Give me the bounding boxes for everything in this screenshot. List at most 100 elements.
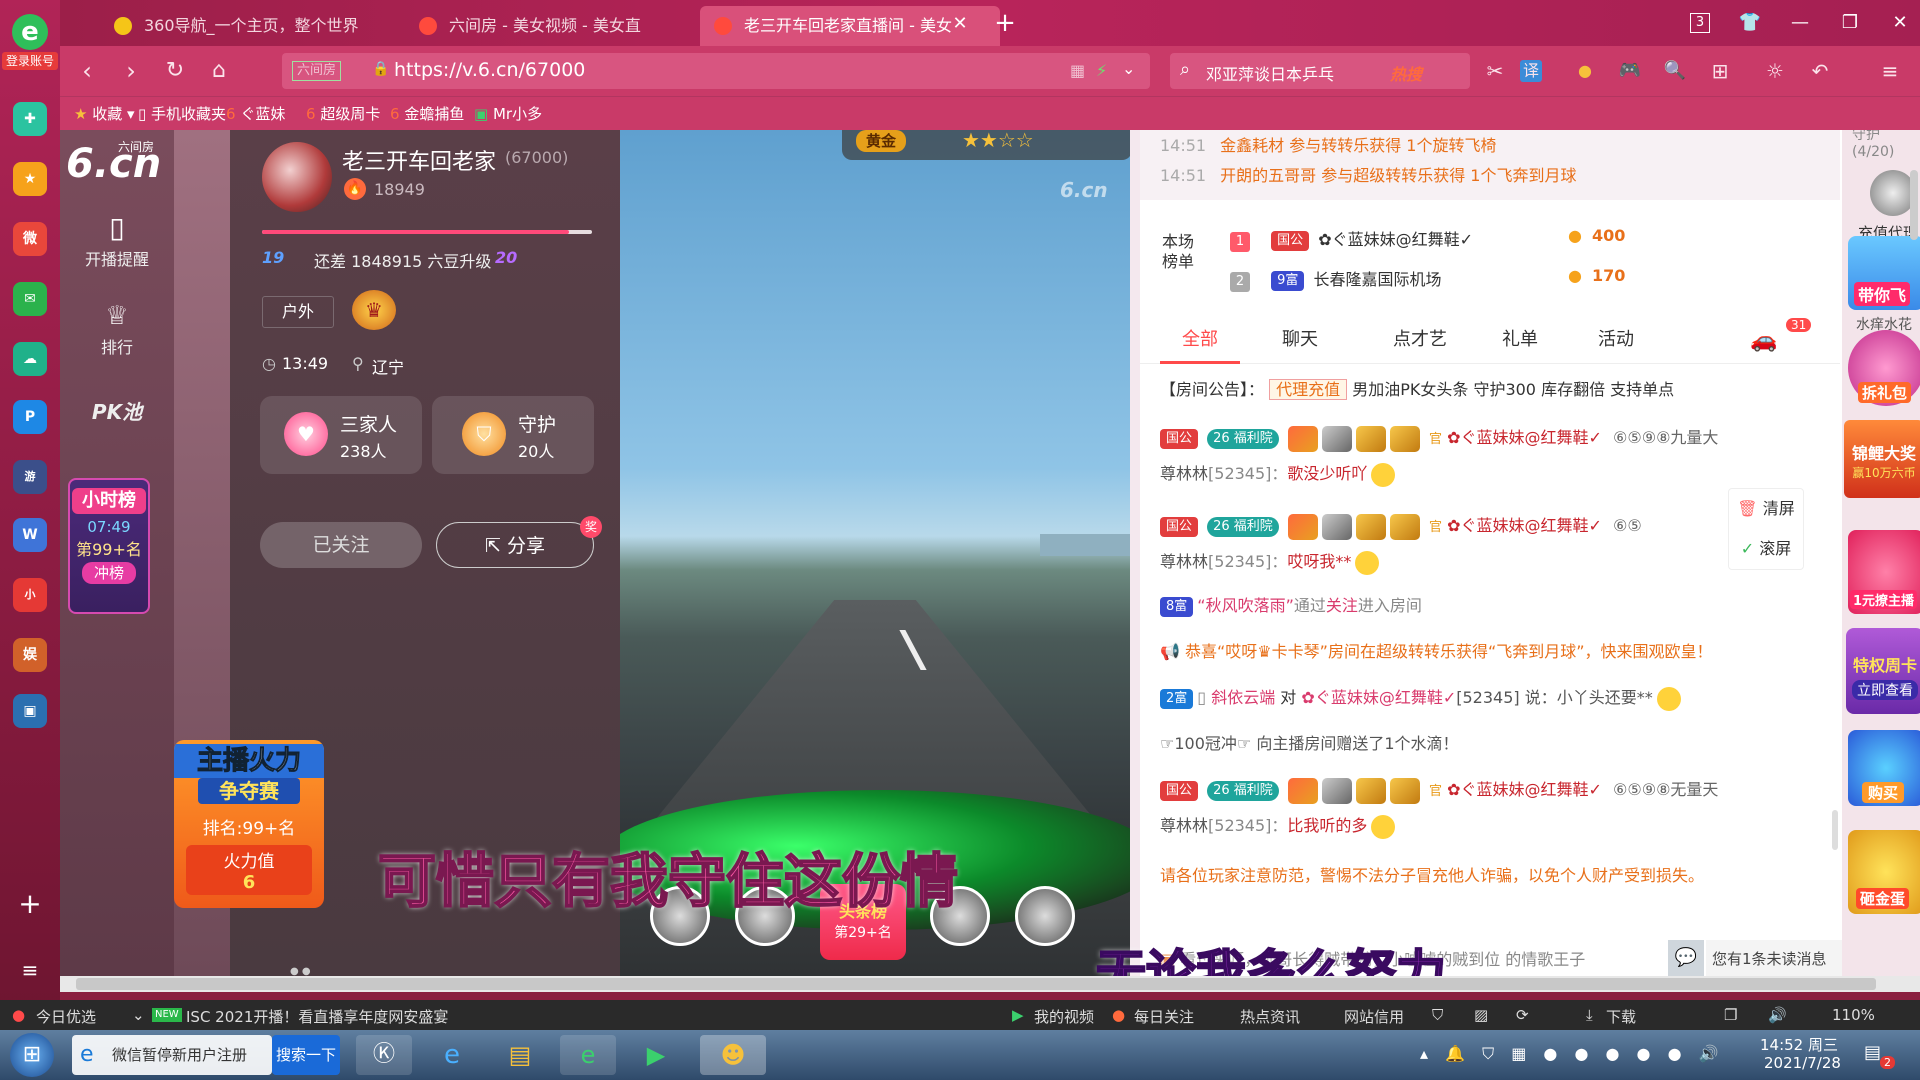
anchor-promo[interactable]: 1元撩主播 [1848, 530, 1920, 614]
grid-icon[interactable]: ⊞ [1705, 56, 1735, 86]
bookmark-fishing[interactable]: 6 金蟾捕鱼 [390, 103, 464, 125]
mail-app-icon[interactable]: ✉ [13, 282, 47, 316]
my-video-link[interactable]: 我的视频 [1034, 1006, 1094, 1027]
nav-item-reminder[interactable]: ▯ 开播提醒 [60, 210, 174, 276]
url-text[interactable]: https://v.6.cn/67000 [394, 59, 585, 81]
search-input[interactable]: 邓亚萍谈日本乒乓 [1206, 61, 1334, 85]
reload-icon[interactable]: ↻ [160, 56, 190, 86]
hamburger-icon[interactable]: ≡ [1875, 56, 1905, 86]
game-app-icon[interactable]: 游 [13, 460, 47, 494]
golden-egg-promo[interactable]: 砸金蛋 [1848, 830, 1920, 914]
new-tab-button[interactable]: + [990, 8, 1020, 38]
login-label[interactable]: 登录账号 [2, 52, 58, 70]
game3-app-icon[interactable]: ▣ [13, 694, 47, 728]
scroll-thumb[interactable] [76, 978, 1876, 990]
news-link[interactable]: ISC 2021开播！看直播享年度网安盛宴 [186, 1006, 448, 1027]
undo-icon[interactable]: ↶ [1805, 56, 1835, 86]
weekly-card-promo[interactable]: 特权周卡 立即查看 [1846, 628, 1920, 714]
add-app-icon[interactable]: + [16, 890, 44, 918]
viewer-avatar[interactable] [1015, 886, 1075, 946]
tab-counter[interactable]: 3 [1690, 13, 1710, 33]
horizontal-scrollbar[interactable] [60, 976, 1920, 992]
tab-6cn-home[interactable]: 六间房 - 美女视频 - 美女直 [405, 6, 695, 46]
fire-contest-card[interactable]: 主播火力 争夺赛 排名:99+名 火力值 6 [174, 740, 324, 908]
download-link[interactable]: 下载 [1606, 1006, 1636, 1027]
gamepad-icon[interactable]: 🎮 [1615, 56, 1645, 86]
buy-promo[interactable]: 购买 [1848, 730, 1920, 806]
notification-icon[interactable]: ▤ [1864, 1042, 1881, 1063]
translate-icon[interactable]: 译 [1520, 60, 1542, 82]
site-logo[interactable]: 六间房 6.cn [66, 138, 166, 188]
bookmark-favorites[interactable]: ★ 收藏 ▾ [74, 103, 135, 125]
window-icon[interactable]: ❐ [1724, 1006, 1737, 1024]
ranking-label[interactable]: 本场榜单 [1162, 232, 1202, 272]
bookmark-mobile[interactable]: ▯ 手机收藏夹 [138, 103, 226, 125]
gift-pack-promo[interactable]: 拆礼包 [1848, 330, 1920, 406]
follow-link[interactable]: 关注 [1326, 596, 1358, 615]
hour-rank-card[interactable]: 小时榜 07:49 第99+名 冲榜 [68, 478, 150, 614]
360-browser-app-icon[interactable]: e [560, 1035, 616, 1075]
browser-logo-icon[interactable]: e [12, 14, 48, 50]
taskbar-search-news[interactable]: e 微信暂停新用户注册 [72, 1035, 272, 1075]
koi-promo[interactable]: 锦鲤大奖 赢10万六币 [1844, 420, 1920, 498]
chevron-down-icon[interactable]: ⌄ [1122, 59, 1135, 78]
tray-icons[interactable]: ▴ 🔔 ⛉ ▦ ● ● ● ● ● 🔊 [1420, 1044, 1725, 1064]
fly-promo[interactable]: 带你飞 [1848, 236, 1920, 310]
chat-user[interactable]: 尊林林 [1160, 552, 1208, 571]
hour-rank-button[interactable]: 冲榜 [82, 562, 136, 584]
doc-app-icon[interactable]: W [13, 518, 47, 552]
shop-app-icon[interactable]: 小 [13, 578, 47, 612]
bookmark-weekly-card[interactable]: 6 超级周卡 [306, 103, 380, 125]
clock-date[interactable]: 2021/7/28 [1764, 1054, 1841, 1072]
chat-user[interactable]: 尊林林 [1160, 464, 1208, 483]
minimize-icon[interactable]: — [1785, 8, 1815, 38]
back-icon[interactable]: ‹ [72, 56, 102, 86]
skin-icon[interactable]: 👕 [1735, 8, 1765, 38]
tab-gifts[interactable]: 礼单 [1480, 316, 1560, 364]
rail-scrollbar[interactable] [1910, 170, 1918, 240]
volume-icon[interactable]: 🔊 [1768, 1006, 1787, 1024]
chat-speaker[interactable]: 斜依云端 [1211, 688, 1275, 707]
folder-app-icon[interactable]: ▤ [492, 1035, 548, 1075]
tab-activity[interactable]: 活动 [1576, 316, 1656, 364]
bookmark-lanmei[interactable]: 6 ぐ蓝妹 [226, 103, 285, 125]
plus-app-icon[interactable]: ✚ [13, 102, 47, 136]
announcement-tag[interactable]: 代理充值 [1269, 379, 1348, 400]
game2-app-icon[interactable]: 娱 [13, 638, 47, 672]
tab-360-nav[interactable]: 360导航_一个主页，整个世界 [100, 6, 400, 46]
player-app-icon[interactable]: ▶ [628, 1035, 684, 1075]
daily-pick-link[interactable]: 今日优选 [36, 1006, 96, 1027]
qr-icon[interactable]: ▦ [1070, 61, 1085, 80]
coin-icon[interactable]: ● [1570, 56, 1600, 86]
p-app-icon[interactable]: P [13, 400, 47, 434]
start-button[interactable]: ⊞ [10, 1033, 54, 1077]
scissors-icon[interactable]: ✂ [1480, 56, 1510, 86]
chat-bubble-icon[interactable]: 💬 [1668, 940, 1704, 976]
hot-search-label[interactable]: 热搜 [1390, 61, 1422, 85]
anchor-avatar[interactable] [262, 142, 332, 212]
weibo-app-icon[interactable]: 微 [13, 222, 47, 256]
unread-bar[interactable]: 您有1条未读消息 [1706, 940, 1842, 976]
tab-all[interactable]: 全部 [1160, 316, 1240, 364]
shield-icon[interactable]: ⛉ [1432, 1006, 1443, 1024]
forward-icon[interactable]: › [116, 56, 146, 86]
chat-target[interactable]: ✿ぐ蓝妹妹@红舞鞋✓ [1301, 688, 1456, 707]
clock-time[interactable]: 14:52 周三 [1760, 1034, 1838, 1055]
maximize-icon[interactable]: ❐ [1835, 8, 1865, 38]
daily-follow-link[interactable]: 每日关注 [1134, 1006, 1194, 1027]
image-icon[interactable]: ▨ [1474, 1006, 1488, 1024]
share-button[interactable]: ⇱ 分享 [436, 522, 594, 568]
site-credit-link[interactable]: 网站信用 [1344, 1006, 1404, 1027]
home-icon[interactable]: ⌂ [204, 56, 234, 86]
tab-chat[interactable]: 聊天 [1260, 316, 1340, 364]
brightness-icon[interactable]: ☼ [1760, 56, 1790, 86]
anchor-tag[interactable]: 户外 [262, 296, 334, 328]
vip-nick[interactable]: ✿ぐ蓝妹妹@红舞鞋✓ [1447, 428, 1602, 447]
close-window-icon[interactable]: ✕ [1885, 8, 1915, 38]
search-box[interactable]: ⌕ 邓亚萍谈日本乒乓 热搜 [1170, 53, 1470, 89]
weekly-card-button[interactable]: 立即查看 [1852, 680, 1918, 700]
enter-user[interactable]: “秋风吹落雨” [1197, 596, 1294, 615]
cloud-app-icon[interactable]: ☁ [13, 342, 47, 376]
menu-list-icon[interactable]: ≡ [16, 958, 44, 982]
speed-icon[interactable]: ⟳ [1516, 1006, 1529, 1024]
